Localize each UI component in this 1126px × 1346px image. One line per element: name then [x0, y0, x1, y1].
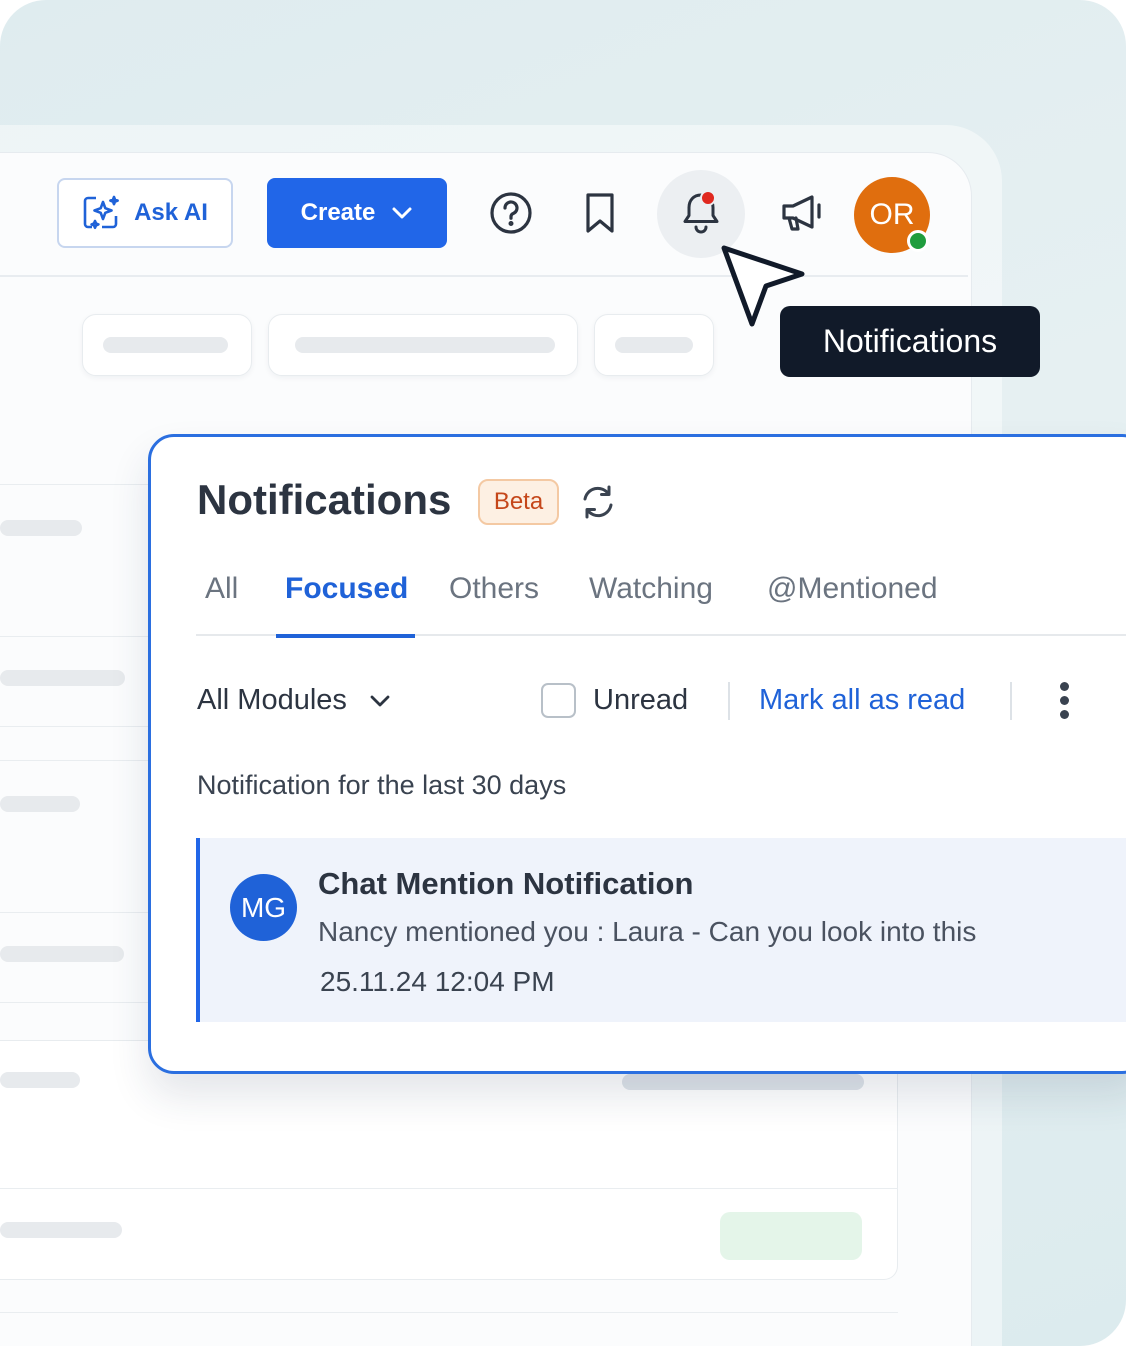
- ask-ai-button[interactable]: Ask AI: [57, 178, 233, 248]
- skeleton-divider: [0, 726, 150, 727]
- unread-dot: [700, 190, 716, 206]
- beta-badge: Beta: [478, 479, 559, 525]
- chevron-down-icon: [370, 695, 390, 706]
- skeleton-divider: [0, 760, 150, 761]
- skeleton-filter-chip: [82, 314, 252, 376]
- tooltip-text: Notifications: [822, 323, 998, 359]
- notifications-tooltip: Notifications: [780, 306, 1040, 377]
- ask-ai-label: Ask AI: [134, 199, 208, 226]
- skeleton-divider: [0, 484, 150, 485]
- kebab-menu-icon[interactable]: [1050, 680, 1080, 722]
- skeleton-line: [0, 670, 125, 686]
- refresh-icon[interactable]: [578, 482, 618, 522]
- tab-focused[interactable]: Focused: [285, 572, 408, 606]
- modules-dropdown[interactable]: All Modules: [197, 684, 391, 717]
- notification-time: 25.11.24 12:04 PM: [320, 966, 555, 997]
- skeleton-divider: [0, 1188, 898, 1189]
- user-initials: OR: [869, 198, 915, 231]
- create-label: Create: [300, 199, 376, 226]
- skeleton-divider: [0, 912, 150, 913]
- skeleton-line: [103, 337, 228, 353]
- help-button[interactable]: [481, 183, 541, 243]
- help-icon: [490, 192, 532, 234]
- skeleton-line: [615, 337, 693, 353]
- mark-all-read-link[interactable]: Mark all as read: [759, 684, 965, 717]
- notification-initials: MG: [240, 891, 287, 923]
- skeleton-line: [0, 1072, 80, 1088]
- unread-label: Unread: [593, 684, 689, 716]
- skeleton-divider: [0, 1312, 898, 1313]
- filter-separator: [728, 682, 730, 720]
- megaphone-icon: [782, 195, 821, 231]
- skeleton-line: [0, 796, 80, 812]
- skeleton-line: [0, 1222, 122, 1238]
- beta-label: Beta: [493, 488, 544, 515]
- skeleton-divider: [0, 1002, 150, 1003]
- bookmark-icon: [586, 193, 614, 233]
- range-description: Notification for the last 30 days: [197, 770, 567, 800]
- skeleton-filter-chip: [268, 314, 578, 376]
- announcements-button[interactable]: [772, 183, 832, 243]
- modules-label: All Modules: [197, 684, 347, 716]
- tab-mentioned[interactable]: @Mentioned: [767, 572, 938, 606]
- online-status-dot: [907, 230, 929, 252]
- unread-checkbox[interactable]: [541, 683, 576, 718]
- skeleton-line: [0, 520, 82, 536]
- notification-title: Chat Mention Notification: [318, 866, 694, 901]
- tab-watching[interactable]: Watching: [589, 572, 713, 606]
- bookmark-button[interactable]: [570, 183, 630, 243]
- tab-all[interactable]: All: [205, 572, 238, 606]
- skeleton-filter-chip: [594, 314, 714, 376]
- notification-avatar: MG: [230, 874, 297, 941]
- skeleton-divider: [0, 636, 150, 637]
- chevron-down-icon: [392, 207, 412, 219]
- notification-body: Nancy mentioned you : Laura - Can you lo…: [318, 916, 977, 947]
- skeleton-line: [0, 946, 124, 962]
- sparkle-icon: [83, 195, 119, 230]
- skeleton-status-chip: [720, 1212, 862, 1260]
- filter-separator: [1010, 682, 1012, 720]
- tab-others[interactable]: Others: [449, 572, 539, 606]
- panel-title: Notifications: [197, 476, 452, 523]
- skeleton-line: [622, 1074, 864, 1090]
- active-tab-indicator: [276, 634, 415, 638]
- create-button[interactable]: Create: [267, 178, 447, 248]
- topbar-divider: [0, 275, 968, 277]
- skeleton-line: [295, 337, 555, 353]
